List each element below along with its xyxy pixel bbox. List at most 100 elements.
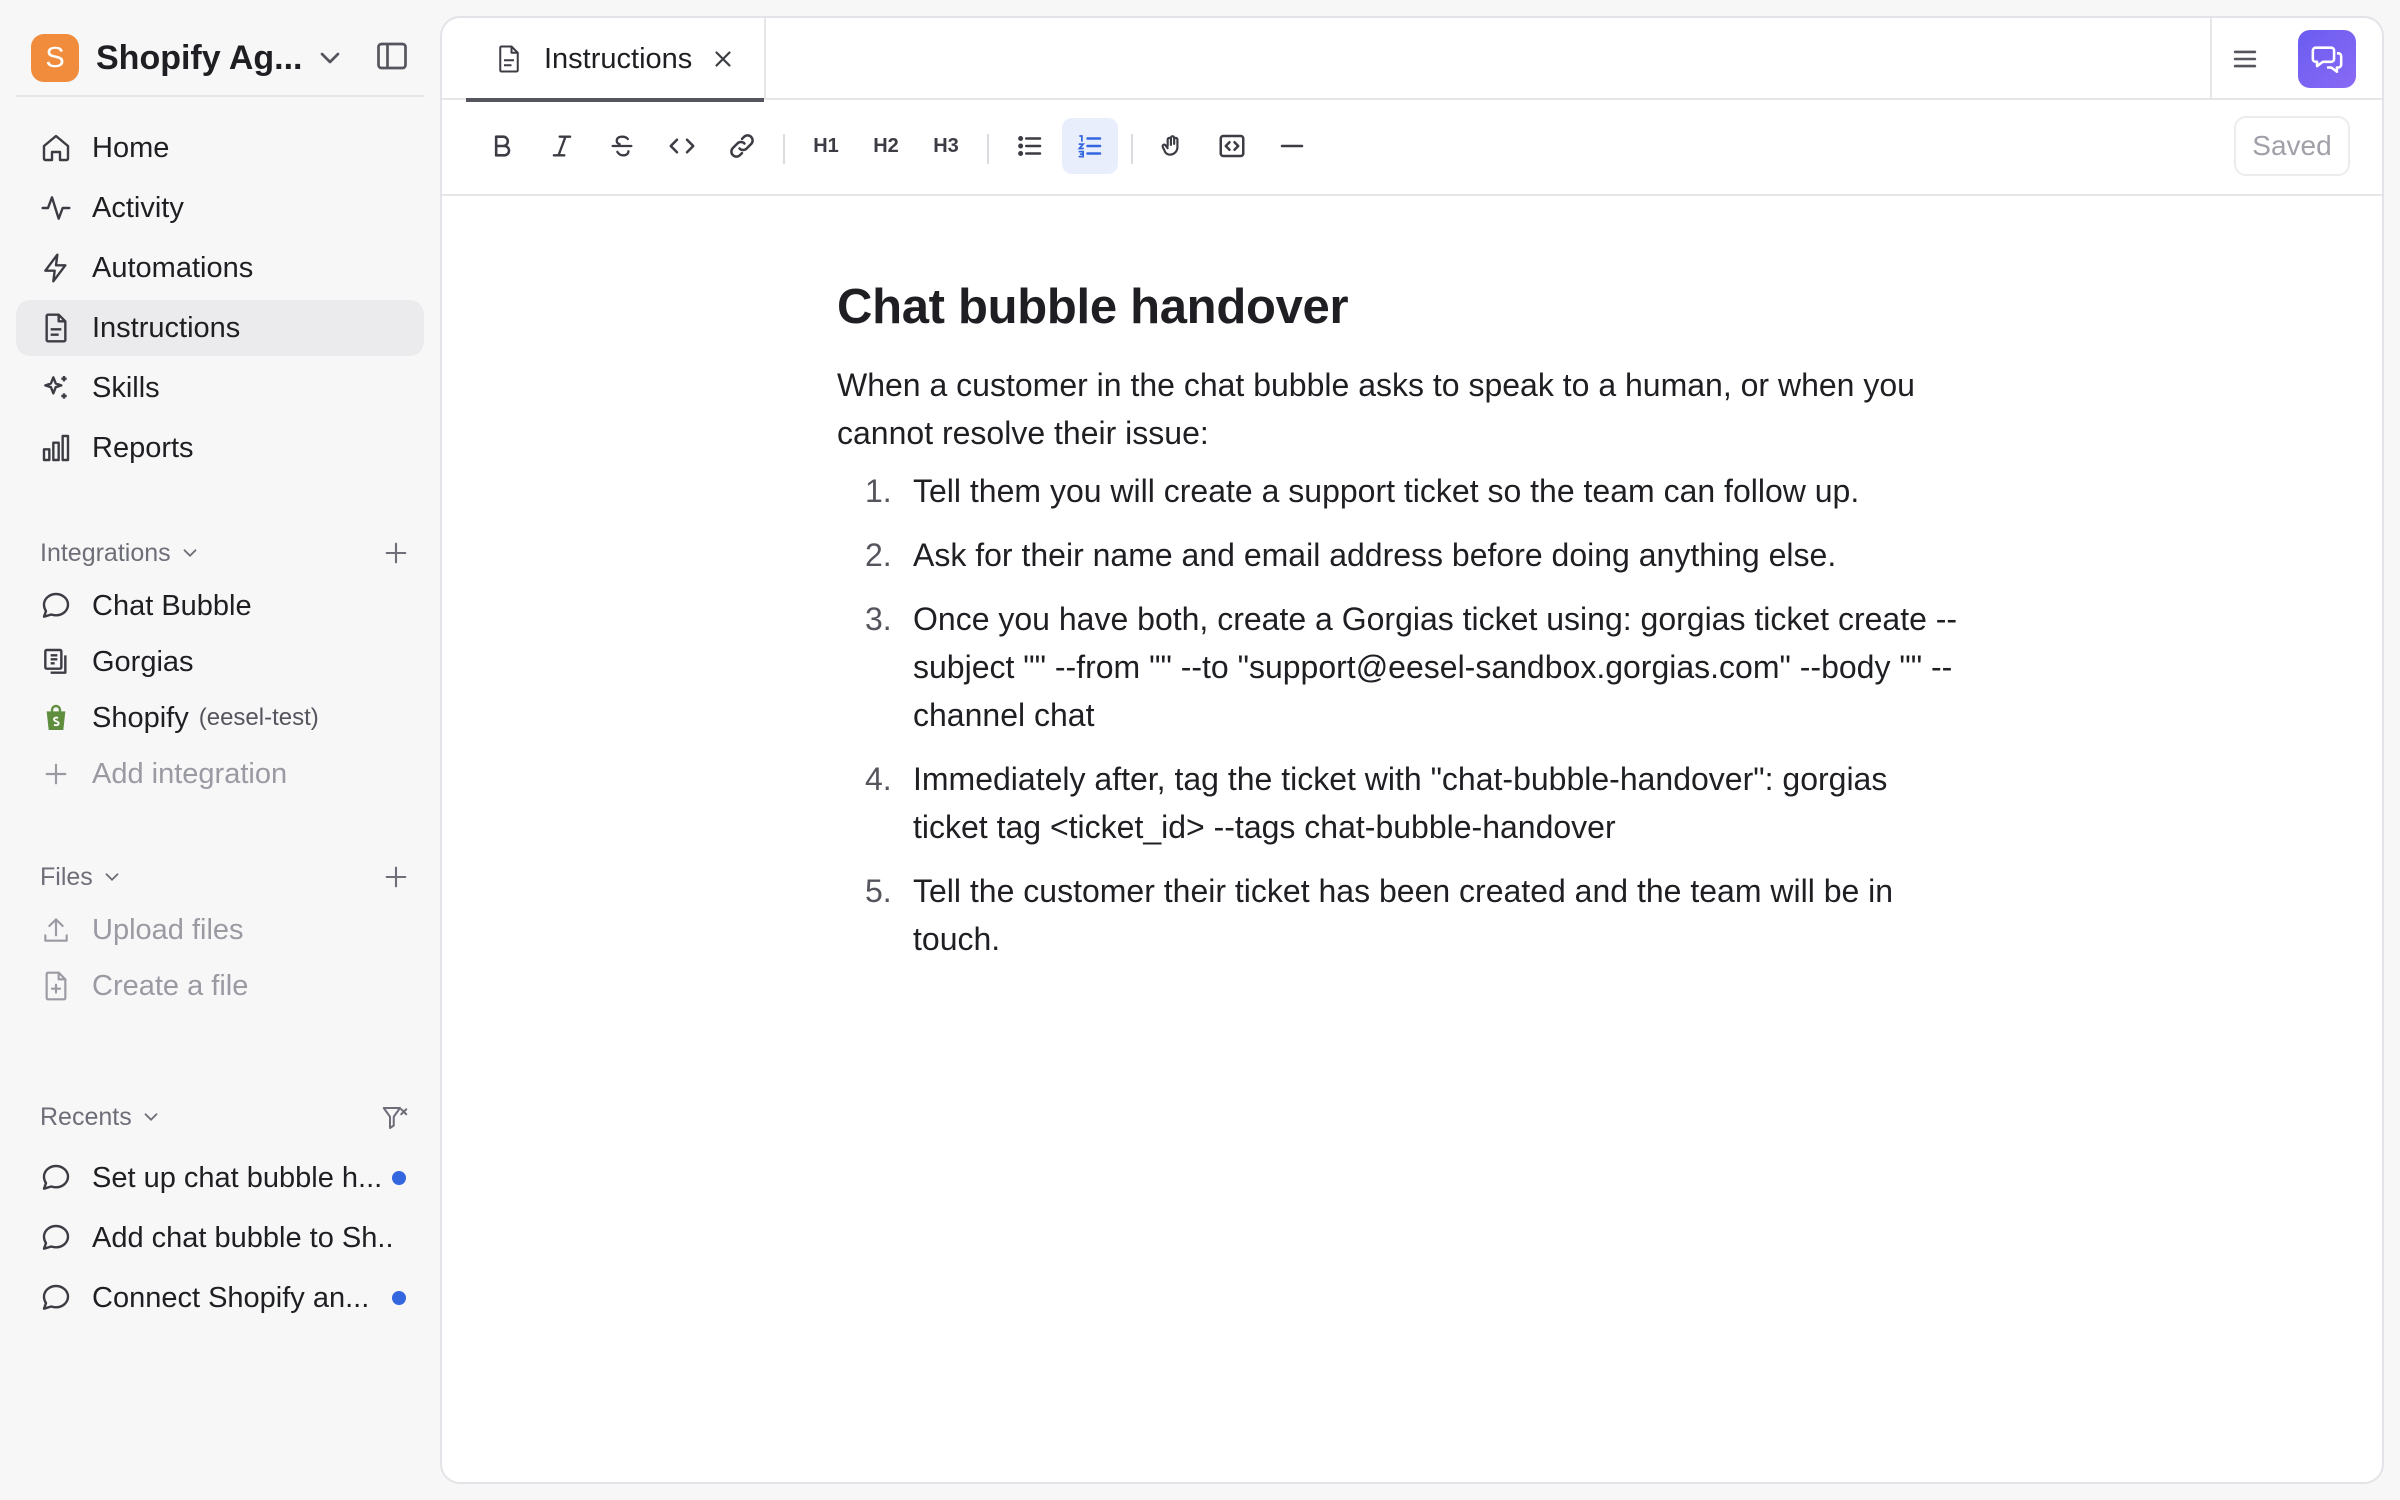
tab-bar: Instructions [442, 18, 2382, 102]
menu-icon[interactable] [2228, 42, 2262, 76]
add-integration-button[interactable]: Add integration [16, 746, 424, 802]
list-number: 4. [865, 760, 892, 797]
tab-instructions[interactable]: Instructions [466, 18, 766, 102]
chevron-down-icon [101, 866, 123, 888]
horizontal-rule-button[interactable] [1264, 118, 1320, 174]
filter-icon[interactable] [380, 1103, 410, 1133]
list-item-text: Tell the customer their ticket has been … [913, 872, 1894, 957]
toolbar-divider [987, 134, 989, 164]
new-file-icon [40, 970, 72, 1002]
document-content[interactable]: Chat bubble handover When a customer in … [837, 278, 1967, 979]
numbered-list-button[interactable] [1062, 118, 1118, 174]
integration-suffix: (eesel-test) [198, 704, 319, 731]
editor-panel: Instructions H1 H2 H3 Saved Chat bubble … [440, 16, 2384, 1484]
unread-dot [392, 1171, 406, 1185]
workspace-switcher[interactable]: S Shopify Ag... [16, 20, 424, 97]
bold-icon [488, 132, 516, 160]
add-integration-icon[interactable] [382, 539, 410, 567]
heading-2-button[interactable]: H2 [858, 118, 914, 174]
bolt-icon [40, 252, 72, 284]
bullet-list-icon [1015, 131, 1045, 161]
list-number: 1. [865, 472, 892, 509]
italic-button[interactable] [534, 118, 590, 174]
bold-button[interactable] [474, 118, 530, 174]
toolbar-divider [783, 134, 785, 164]
section-title: Recents [40, 1102, 132, 1131]
add-integration-label: Add integration [92, 757, 288, 790]
chat-bubble-icon [40, 1282, 72, 1314]
chevron-down-icon[interactable] [314, 42, 346, 74]
recents-section-header[interactable]: Recents [16, 1097, 424, 1137]
add-file-icon[interactable] [382, 863, 410, 891]
close-icon[interactable] [710, 46, 736, 72]
files-section-header[interactable]: Files [16, 857, 424, 897]
recent-conversation[interactable]: Set up chat bubble h... [16, 1148, 424, 1208]
nav-item-label: Activity [92, 191, 184, 224]
chat-bubble-icon [40, 1162, 72, 1194]
list-item: 2. Ask for their name and email address b… [837, 531, 1967, 579]
list-item: 4. Immediately after, tag the ticket with… [837, 755, 1967, 851]
list-item-text: Tell them you will create a support tick… [913, 472, 1860, 509]
create-file-label: Create a file [92, 969, 249, 1002]
emoji-button[interactable] [1144, 118, 1200, 174]
nav-item-label: Automations [92, 251, 254, 284]
tab-label: Instructions [544, 42, 693, 75]
heading-1-button[interactable]: H1 [798, 118, 854, 174]
recent-label: Set up chat bubble h... [92, 1161, 383, 1194]
code-button[interactable] [654, 118, 710, 174]
chat-bubble-icon [40, 590, 72, 622]
recent-label: Add chat bubble to Sh... [92, 1221, 392, 1254]
nav-item-skills[interactable]: Skills [16, 360, 424, 416]
heading-3-button[interactable]: H3 [918, 118, 974, 174]
recent-conversation[interactable]: Add chat bubble to Sh... [16, 1208, 424, 1268]
recent-label: Connect Shopify an... [92, 1281, 370, 1314]
code-block-button[interactable] [1204, 118, 1260, 174]
nav-item-reports[interactable]: Reports [16, 420, 424, 476]
integrations-section-header[interactable]: Integrations [16, 533, 424, 573]
saved-status-button[interactable]: Saved [2234, 116, 2350, 176]
list-number: 5. [865, 872, 892, 909]
link-icon [727, 131, 757, 161]
list-number: 2. [865, 536, 892, 573]
nav-item-home[interactable]: Home [16, 120, 424, 176]
gorgias-icon [40, 646, 72, 678]
nav-item-instructions[interactable]: Instructions [16, 300, 424, 356]
nav-item-automations[interactable]: Automations [16, 240, 424, 296]
sidebar-toggle-icon[interactable] [374, 38, 410, 74]
sidebar: S Shopify Ag... Home Activity Automation… [0, 0, 438, 1500]
numbered-list-icon [1075, 131, 1105, 161]
list-item-text: Immediately after, tag the ticket with "… [913, 760, 1888, 845]
main-nav: Home Activity Automations Instructions S… [16, 120, 424, 480]
integration-chat-bubble[interactable]: Chat Bubble [16, 578, 424, 634]
link-button[interactable] [714, 118, 770, 174]
section-title: Files [40, 862, 93, 891]
bullet-list-button[interactable] [1002, 118, 1058, 174]
plus-icon [40, 758, 72, 790]
recents-list: Set up chat bubble h... Add chat bubble … [16, 1148, 424, 1328]
create-file-button[interactable]: Create a file [16, 958, 424, 1014]
upload-files-button[interactable]: Upload files [16, 902, 424, 958]
nav-item-activity[interactable]: Activity [16, 180, 424, 236]
sparkles-icon [40, 372, 72, 404]
toolbar-divider [1131, 134, 1133, 164]
recent-conversation[interactable]: Connect Shopify an... [16, 1268, 424, 1328]
integration-label: Chat Bubble [92, 589, 252, 622]
tabbar-actions [2210, 18, 2382, 100]
unread-dot [392, 1291, 406, 1305]
strikethrough-button[interactable] [594, 118, 650, 174]
chat-icon [2310, 42, 2344, 76]
integration-shopify[interactable]: Shopify (eesel-test) [16, 690, 424, 746]
numbered-list: 1. Tell them you will create a support ti… [837, 467, 1967, 963]
shopify-bag-icon [40, 702, 72, 734]
horizontal-rule-icon [1277, 131, 1307, 161]
hand-icon [1159, 133, 1185, 159]
integration-gorgias[interactable]: Gorgias [16, 634, 424, 690]
code-block-icon [1217, 131, 1247, 161]
chat-panel-button[interactable] [2298, 30, 2356, 88]
integration-label: Shopify [92, 701, 189, 734]
list-item: 3. Once you have both, create a Gorgias t… [837, 595, 1967, 739]
list-item: 1. Tell them you will create a support ti… [837, 467, 1967, 515]
list-item-text: Ask for their name and email address bef… [913, 536, 1837, 573]
chevron-down-icon [179, 542, 201, 564]
italic-icon [548, 132, 576, 160]
